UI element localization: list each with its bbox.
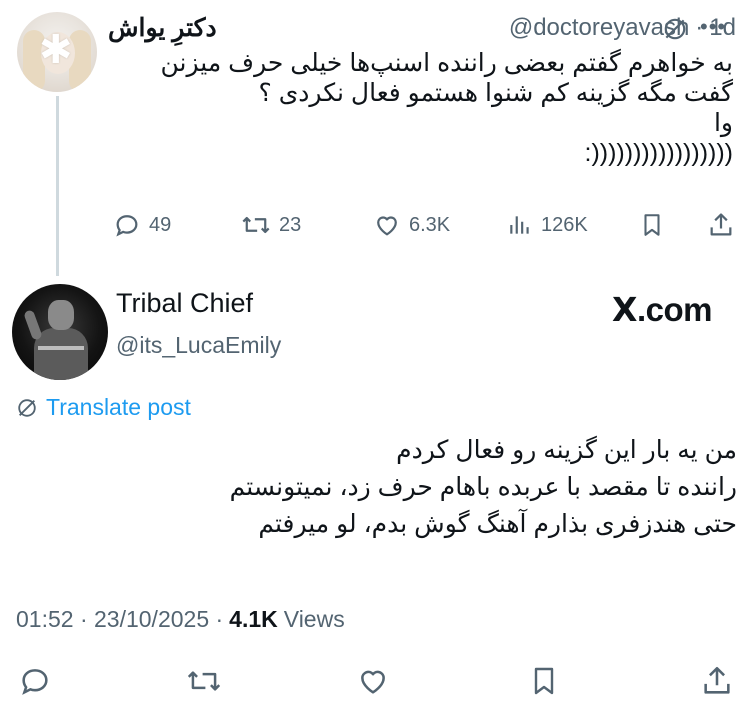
avatar-belt [38,346,84,350]
views-count: 126K [541,213,588,236]
repost-button[interactable]: 23 [241,211,301,239]
tweet-line: راننده تا مقصد با عربده باهام حرف زد، نم… [229,473,737,501]
views-icon [510,216,529,234]
translate-post-link[interactable]: Translate post [16,394,191,421]
share-icon [710,213,732,236]
reply-button[interactable]: 49 [113,211,171,239]
like-count: 6.3K [409,213,451,236]
tweet-line: به خواهرم گفتم بعضی راننده اسنپ‌ها خیلی … [160,49,734,77]
more-icon[interactable]: ••• [700,14,726,40]
repost-count: 23 [279,213,302,236]
bookmark-icon[interactable] [528,664,560,698]
translate-label: Translate post [46,394,191,420]
avatar[interactable]: ✱ [17,12,97,92]
repost-icon [242,216,270,234]
tweet-actions: 49 23 6.3K 126K [105,205,745,245]
bookmark-button[interactable] [639,211,665,239]
bookmark-icon [644,214,660,236]
display-name[interactable]: دکترِ یواش [108,13,217,43]
tweet-text: من یه بار این گزینه رو فعال کردم راننده … [17,432,737,543]
display-name-wrap: دکترِ یواش [108,12,217,44]
tweet-line: (((((((((((((((((: [584,139,733,167]
avatar-figure [34,328,88,380]
tweet-line: من یه بار این گزینه رو فعال کردم [396,436,737,464]
x-logo-icon: X [612,290,637,329]
avatar-head [48,300,74,330]
share-icon[interactable] [700,664,734,698]
tweet-text: به خواهرم گفتم بعضی راننده اسنپ‌ها خیلی … [113,48,734,168]
tweet-line: گفت مگه گزینه کم شنوا هستمو فعال نکردی ؟ [258,79,733,107]
avatar[interactable] [12,284,108,380]
like-icon[interactable] [356,664,390,698]
reply-count: 49 [149,213,172,236]
display-name[interactable]: Tribal Chief [116,288,253,319]
translate-icon[interactable] [662,16,688,42]
tweet-line: وا [713,109,733,137]
thread-line [56,96,59,276]
reply-icon [116,215,138,237]
star-icon: ✱ [39,28,73,72]
translate-icon [18,398,36,417]
views-count: 4.1K [229,606,278,632]
repost-icon[interactable] [186,664,222,698]
tweet-meta: 01:52 · 23/10/2025 · 4.1K Views [16,606,345,633]
tweet-actions [0,662,751,706]
avatar-arm [23,309,43,341]
share-button[interactable] [707,211,735,239]
views-button[interactable]: 126K [507,211,588,239]
user-handle[interactable]: @its_LucaEmily [116,332,281,359]
like-icon [377,216,397,236]
tweet-line: حتی هندزفری بذارم آهنگ گوش بدم، لو میرفت… [258,510,737,538]
views-label: Views [283,606,345,632]
timestamp[interactable]: 01:52 · 23/10/2025 · [16,606,223,633]
reply-icon[interactable] [18,664,52,698]
like-button[interactable]: 6.3K [373,211,450,239]
watermark: X.com [612,290,712,329]
